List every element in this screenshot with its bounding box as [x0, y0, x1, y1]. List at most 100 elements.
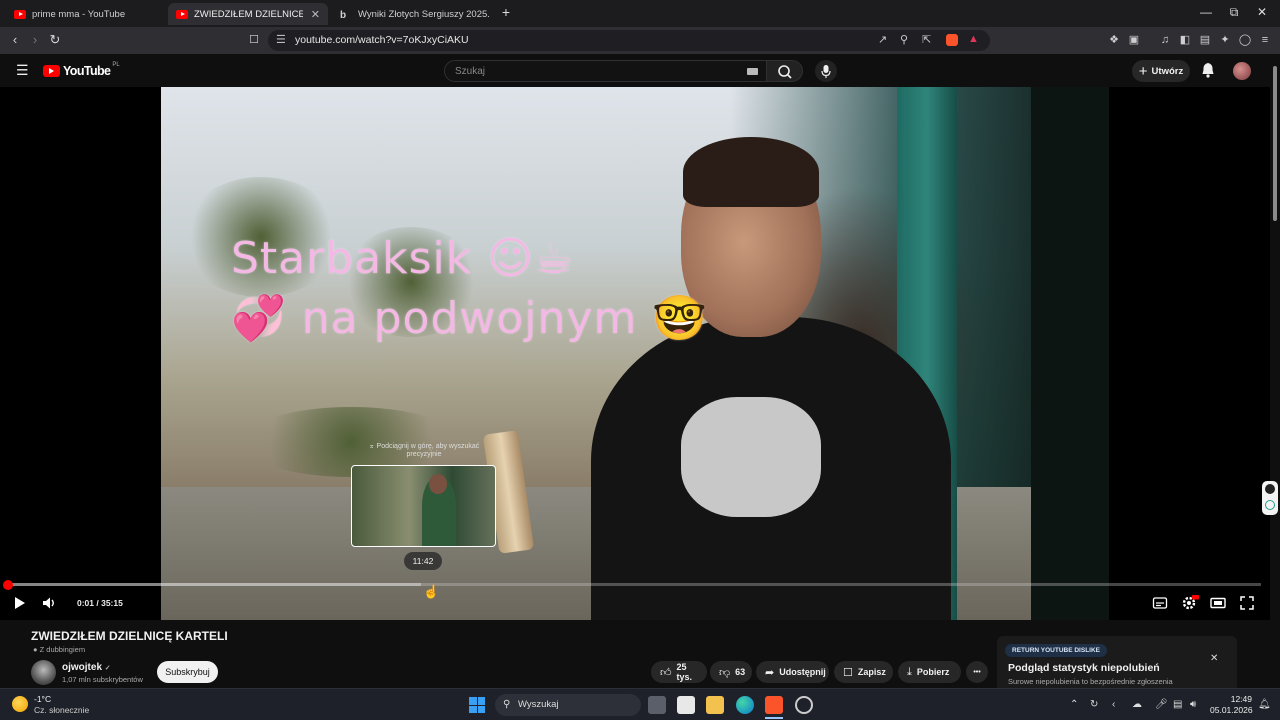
create-button[interactable]: + Utwórz: [1132, 60, 1190, 82]
back-icon[interactable]: ‹: [6, 32, 24, 47]
search-icon: ⚲: [503, 699, 511, 710]
weather-description[interactable]: Cz. słonecznie: [34, 705, 89, 715]
video-frame[interactable]: Starbaksik ☺☕ 💞 na podwojnym 🤓: [161, 87, 1109, 620]
scrollbar-thumb[interactable]: [1273, 66, 1277, 221]
extension-close-icon[interactable]: [1265, 484, 1275, 494]
browser-tab[interactable]: b Wyniki Złotych Sergiuszy 2025. Ludzie: [332, 3, 492, 25]
video-player[interactable]: Starbaksik ☺☕ 💞 na podwojnym 🤓 ⌅ Podciągn…: [0, 87, 1270, 620]
logo-wordmark: YouTube: [63, 64, 111, 78]
mute-button[interactable]: [41, 595, 57, 611]
channel-name-text[interactable]: ojwojtek: [62, 662, 102, 673]
brave-browser-icon[interactable]: [765, 696, 783, 714]
like-button[interactable]: 👍︎ 25 tys.: [651, 661, 707, 683]
task-view-icon[interactable]: [648, 696, 666, 714]
notifications-bell-icon[interactable]: [1200, 61, 1216, 84]
menu-icon[interactable]: ≡: [1258, 33, 1272, 47]
notification-bell-icon[interactable]: 🔔︎: [1258, 699, 1271, 710]
maximize-button[interactable]: ⧉: [1224, 5, 1244, 20]
search-button[interactable]: [767, 60, 803, 82]
windows-logo-icon: [469, 697, 477, 705]
chatgpt-app-icon[interactable]: [795, 696, 813, 714]
search-box[interactable]: [444, 60, 767, 82]
open-in-app-icon[interactable]: ↗: [878, 33, 887, 46]
subscribe-button[interactable]: Subskrybuj: [157, 661, 218, 683]
settings-button[interactable]: [1181, 595, 1199, 611]
popup-close-icon[interactable]: ✕: [1210, 653, 1218, 664]
bing-favicon-icon: b: [340, 9, 347, 21]
active-app-indicator: [765, 717, 783, 719]
account-avatar[interactable]: [1233, 62, 1251, 80]
share-page-icon[interactable]: ⇱: [922, 33, 931, 46]
browser-tab-active[interactable]: ZWIEDZIŁEM DZIELNICĘ KARTELI ✕: [168, 3, 328, 25]
network-icon[interactable]: ▤: [1173, 699, 1182, 710]
side-extension-widget[interactable]: [1262, 481, 1278, 515]
save-button[interactable]: ☐ Zapisz: [834, 661, 893, 683]
site-settings-icon[interactable]: ☰: [276, 33, 286, 46]
brave-shields-icon[interactable]: [946, 34, 958, 46]
sync-icon[interactable]: ↻: [1090, 699, 1098, 710]
search-input[interactable]: [445, 61, 725, 82]
reload-icon[interactable]: ↻: [46, 32, 64, 48]
return-dislike-subtitle: Surowe niepolubienia to bezpośrednie zgł…: [1008, 677, 1173, 686]
subtitles-button[interactable]: [1152, 595, 1168, 611]
channel-name[interactable]: ojwojtek ✓: [62, 662, 111, 673]
play-icon: [15, 597, 25, 609]
clock-date[interactable]: 05.01.2026: [1210, 705, 1253, 715]
brave-rewards-icon[interactable]: ▲: [968, 33, 979, 45]
zoom-icon[interactable]: ⚲: [900, 33, 908, 46]
speaker-icon[interactable]: 🔊︎: [1190, 699, 1196, 710]
extensions-icon[interactable]: ❖: [1107, 33, 1121, 47]
extension-status-icon[interactable]: [1265, 500, 1275, 510]
clock-time[interactable]: 12:49: [1222, 694, 1252, 704]
scrubber-handle[interactable]: [3, 580, 13, 590]
cloud-icon[interactable]: ☁: [1132, 699, 1142, 710]
minimize-button[interactable]: —: [1196, 5, 1216, 19]
progress-bar[interactable]: [8, 583, 1261, 586]
channel-avatar[interactable]: [31, 660, 56, 685]
forward-icon[interactable]: ›: [26, 32, 44, 47]
thumbs-up-icon: 👍︎: [660, 666, 672, 679]
weather-sun-icon[interactable]: [12, 696, 28, 712]
more-actions-button[interactable]: •••: [966, 661, 988, 683]
wallet-icon[interactable]: ▤: [1198, 33, 1212, 47]
share-button[interactable]: ➦ Udostępnij: [756, 661, 829, 683]
microphone-tray-icon[interactable]: 🎤︎: [1155, 699, 1168, 710]
music-icon[interactable]: ♫: [1158, 33, 1172, 47]
dark-door: [1031, 87, 1109, 620]
youtube-play-logo-icon: [43, 65, 60, 77]
youtube-logo[interactable]: YouTube PL: [43, 62, 120, 78]
page-scrollbar[interactable]: [1270, 54, 1280, 688]
youtube-favicon-icon: [14, 9, 26, 19]
video-caption-overlay: Starbaksik ☺☕ 💞 na podwojnym 🤓: [231, 229, 708, 349]
new-tab-button[interactable]: +: [496, 4, 516, 20]
back-arrow-tray-icon[interactable]: ‹: [1112, 699, 1115, 710]
theater-mode-button[interactable]: [1210, 595, 1226, 611]
ai-assistant-icon[interactable]: ✦: [1218, 33, 1232, 47]
edge-browser-icon[interactable]: [736, 696, 754, 714]
weather-temperature[interactable]: -1°C: [34, 694, 51, 704]
show-hidden-icons-icon[interactable]: ⌃: [1070, 699, 1078, 710]
play-button[interactable]: [11, 595, 27, 611]
browser-tab[interactable]: prime mma - YouTube: [6, 3, 166, 25]
sidebar-toggle-icon[interactable]: ◧: [1178, 33, 1192, 47]
bookmark-icon[interactable]: ☐: [245, 33, 263, 46]
keyboard-icon[interactable]: [747, 68, 758, 75]
close-tab-icon[interactable]: ✕: [311, 8, 320, 21]
start-button[interactable]: [469, 697, 485, 713]
theater-icon: [1210, 597, 1226, 609]
address-bar[interactable]: ☰ youtube.com/watch?v=7oKJxyCiAKU ↗ ⚲ ⇱ …: [268, 30, 990, 51]
country-code: PL: [112, 62, 120, 68]
screenshot-icon[interactable]: ▣: [1127, 33, 1141, 47]
video-title: ZWIEDZIŁEM DZIELNICĘ KARTELI: [31, 629, 228, 643]
file-explorer-icon[interactable]: [706, 696, 724, 714]
dislike-button[interactable]: 👎︎ 63: [710, 661, 752, 683]
close-window-button[interactable]: ✕: [1252, 5, 1272, 19]
vpn-icon[interactable]: ◯: [1238, 33, 1252, 47]
fullscreen-button[interactable]: [1239, 595, 1255, 611]
taskbar-search[interactable]: ⚲ Wyszukaj: [495, 694, 641, 716]
download-button[interactable]: ⤓ Pobierz: [898, 661, 961, 683]
voice-search-button[interactable]: [815, 60, 837, 82]
hamburger-menu-icon[interactable]: ☰: [16, 62, 29, 79]
windows-taskbar: -1°C Cz. słonecznie ⚲ Wyszukaj ⌃ ↻ ‹ ☁ 🎤…: [0, 688, 1280, 720]
store-icon[interactable]: [677, 696, 695, 714]
